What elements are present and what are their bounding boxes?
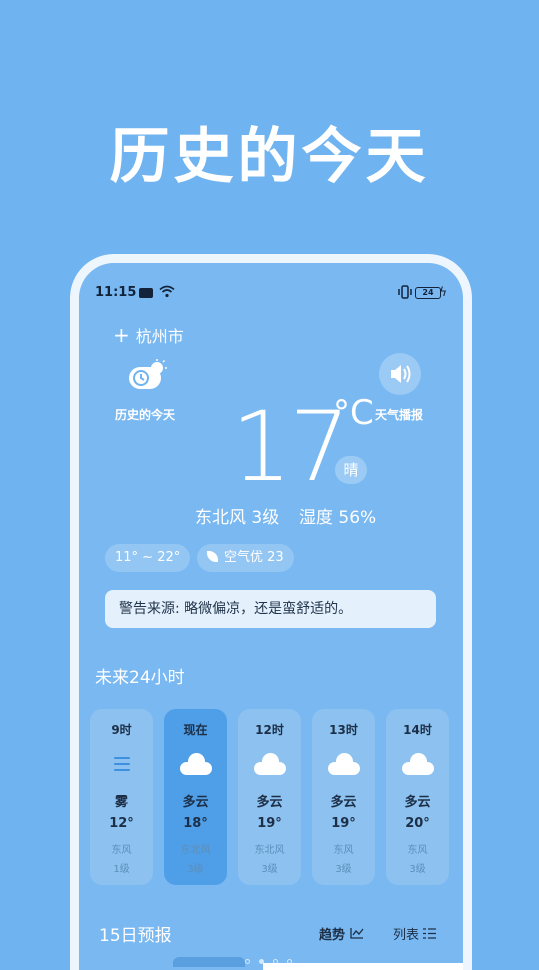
hour-time: 9时 (111, 723, 132, 737)
forecast-15day-title: 15日预报 (99, 926, 172, 946)
add-city-icon: + (113, 323, 130, 347)
hour-temp: 19° (331, 816, 356, 831)
message-icon (139, 288, 153, 298)
hour-wind-level: 3级 (335, 864, 352, 875)
charging-icon: ϟ (439, 285, 447, 299)
wind-info: 东北风 3级 (195, 508, 280, 528)
hour-wind: 东风 (111, 845, 132, 856)
hourly-title: 未来24小时 (95, 668, 185, 688)
weather-alert[interactable]: 警告来源: 略微偏凉，还是蛮舒适的。 (105, 590, 436, 628)
fog-icon (106, 753, 138, 775)
humidity-info: 湿度 56% (299, 508, 377, 528)
vibrate-icon (397, 285, 413, 303)
hour-wind: 东北风 (254, 845, 285, 856)
temperature-unit: °C (333, 393, 374, 433)
leaf-icon (207, 551, 218, 562)
list-label: 列表 (393, 928, 420, 943)
hour-temp: 19° (257, 816, 282, 831)
air-quality-label: 空气优 23 (224, 550, 284, 565)
phone-frame: 11:15 24 ϟ + 杭州市 历史的今天 天气播报 17 °C 晴 东北风 … (70, 254, 472, 970)
hour-wind-level: 3级 (409, 864, 426, 875)
hourly-forecast-list[interactable]: 9时 雾 12° 东风 1级 现在 多云 18° 东北风 3级 12时 多云 1… (90, 709, 460, 885)
list-tab[interactable]: 列表 (393, 924, 437, 943)
city-name: 杭州市 (135, 327, 184, 346)
hour-condition: 多云 (404, 795, 431, 810)
page-indicator (245, 949, 305, 964)
air-quality-chip[interactable]: 空气优 23 (197, 544, 294, 572)
chart-line-icon (349, 928, 364, 943)
hour-wind: 东风 (333, 845, 354, 856)
cloud-icon (180, 753, 212, 775)
current-condition-badge: 晴 (335, 456, 367, 484)
hour-card[interactable]: 9时 雾 12° 东风 1级 (90, 709, 153, 885)
hour-condition: 多云 (182, 795, 209, 810)
weather-screen: 11:15 24 ϟ + 杭州市 历史的今天 天气播报 17 °C 晴 东北风 … (79, 263, 463, 970)
temperature-range-chip: 11° ~ 22° (105, 544, 191, 572)
hour-temp: 12° (109, 816, 134, 831)
trend-tab[interactable]: 趋势 (319, 924, 364, 943)
cloud-icon (328, 753, 360, 775)
speaker-icon[interactable] (379, 353, 421, 395)
hour-wind: 东北风 (180, 845, 211, 856)
hour-wind-level: 3级 (187, 864, 204, 875)
cloud-icon (402, 753, 434, 775)
hour-card[interactable]: 12时 多云 19° 东北风 3级 (238, 709, 301, 885)
current-temperature: 17 (231, 391, 350, 503)
hour-card[interactable]: 13时 多云 19° 东风 3级 (312, 709, 375, 885)
weather-broadcast-label[interactable]: 天气播报 (375, 406, 423, 423)
hour-wind: 东风 (407, 845, 428, 856)
status-time: 11:15 (95, 285, 137, 300)
hour-time: 12时 (255, 723, 284, 737)
hour-card[interactable]: 14时 多云 20° 东风 3级 (386, 709, 449, 885)
bottom-tab-indicator (173, 957, 245, 967)
hour-condition: 多云 (330, 795, 357, 810)
hour-temp: 20° (405, 816, 430, 831)
hour-time: 14时 (403, 723, 432, 737)
headline: 历史的今天 (109, 122, 430, 192)
wifi-icon (159, 285, 175, 302)
status-bar: 11:15 24 ϟ (95, 285, 447, 303)
hour-wind-level: 1级 (113, 864, 130, 875)
cloud-sun-clock-icon[interactable] (127, 359, 169, 391)
cloud-icon (254, 753, 286, 775)
location-selector[interactable]: + 杭州市 (113, 323, 184, 347)
trend-label: 趋势 (319, 928, 346, 943)
hour-card-now[interactable]: 现在 多云 18° 东北风 3级 (164, 709, 227, 885)
bottom-panel (263, 963, 463, 970)
list-icon (423, 928, 437, 943)
hour-wind-level: 3级 (261, 864, 278, 875)
hour-condition: 多云 (256, 795, 283, 810)
page-dot[interactable] (245, 959, 250, 964)
hour-temp: 18° (183, 816, 208, 831)
hour-time: 现在 (183, 723, 208, 737)
battery-icon: 24 (415, 287, 441, 299)
history-today-label[interactable]: 历史的今天 (115, 406, 175, 423)
hour-time: 13时 (329, 723, 358, 737)
hour-condition: 雾 (114, 795, 128, 810)
